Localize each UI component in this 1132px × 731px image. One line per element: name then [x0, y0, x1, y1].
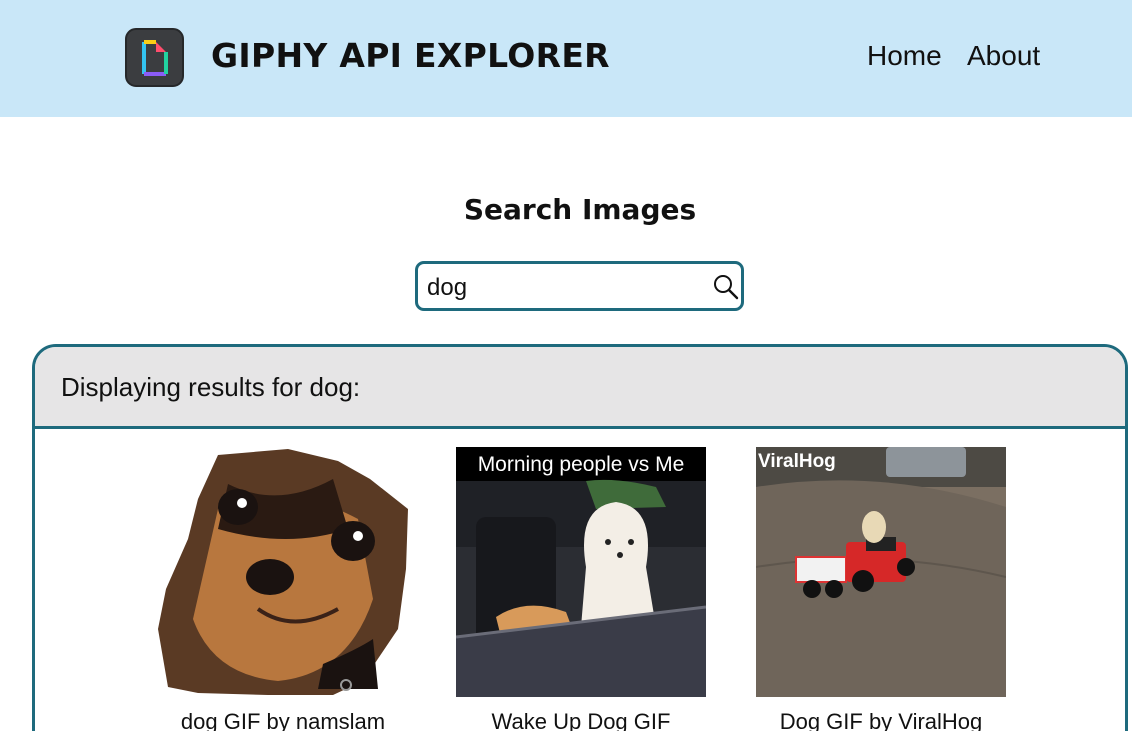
- app-header: GIPHY API EXPLORER Home About: [0, 0, 1132, 117]
- results-title: Displaying results for dog:: [61, 372, 361, 402]
- search-input[interactable]: [427, 273, 707, 303]
- search-box: [415, 261, 744, 311]
- nav-home-link[interactable]: Home: [867, 40, 942, 72]
- search-heading: Search Images: [463, 193, 697, 226]
- gif-caption[interactable]: Dog GIF by ViralHog: [756, 709, 1006, 731]
- gif-image-viralhog[interactable]: ViralHog: [756, 447, 1006, 697]
- gif-caption[interactable]: dog GIF by namslam: [158, 709, 408, 731]
- search-icon[interactable]: [712, 273, 740, 301]
- giphy-logo-icon[interactable]: [125, 28, 184, 87]
- gif-caption[interactable]: Wake Up Dog GIF: [456, 709, 706, 731]
- gif-result-card[interactable]: ViralHog Dog GIF by ViralHog: [756, 447, 1006, 731]
- gif-image-morning-people[interactable]: Morning people vs Me: [456, 447, 706, 697]
- results-panel: Displaying results for dog: dog GIF by n…: [32, 344, 1128, 731]
- gif-overlay-text: Morning people vs Me: [478, 453, 685, 476]
- app-title: GIPHY API EXPLORER: [211, 36, 610, 75]
- gif-result-card[interactable]: dog GIF by namslam: [158, 449, 408, 731]
- gif-image-chihuahua[interactable]: [158, 449, 408, 697]
- gif-watermark: ViralHog: [758, 451, 836, 472]
- results-header: Displaying results for dog:: [35, 347, 1125, 429]
- gif-result-card[interactable]: Morning people vs Me Wake Up Dog GIF: [456, 447, 706, 731]
- nav-about-link[interactable]: About: [967, 40, 1040, 72]
